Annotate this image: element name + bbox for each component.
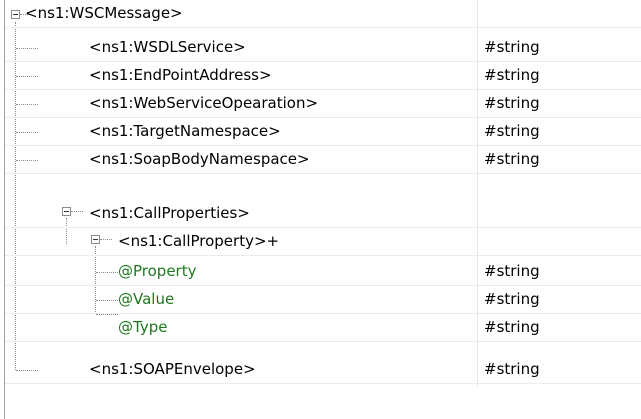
tree-row[interactable]: @Value #string: [5, 286, 641, 314]
type-value: #string: [484, 262, 540, 280]
element-label: <ns1:WebServiceOpearation>: [89, 94, 319, 112]
element-label: <ns1:WSCMessage>: [25, 4, 183, 22]
attribute-label: @Type: [118, 318, 168, 336]
element-label: <ns1:TargetNamespace>: [89, 122, 281, 140]
tree-row[interactable]: <ns1:WSCMessage>: [5, 0, 641, 28]
tree-row[interactable]: <ns1:SOAPEnvelope> #string: [5, 356, 641, 384]
element-label: <ns1:CallProperty>+: [118, 232, 280, 250]
element-label: <ns1:CallProperties>: [89, 204, 250, 222]
tree-row[interactable]: <ns1:CallProperties>: [5, 200, 641, 228]
type-value: #string: [484, 94, 540, 112]
tree-row[interactable]: @Type #string: [5, 314, 641, 342]
tree-row[interactable]: @Property #string: [5, 258, 641, 286]
type-value: #string: [484, 290, 540, 308]
tree-row[interactable]: <ns1:CallProperty>+: [5, 228, 641, 256]
element-label: <ns1:EndPointAddress>: [89, 66, 272, 84]
tree-row[interactable]: <ns1:WSDLService> #string: [5, 34, 641, 62]
tree-row[interactable]: <ns1:SoapBodyNamespace> #string: [5, 146, 641, 174]
attribute-label: @Property: [118, 262, 197, 280]
element-label: <ns1:WSDLService>: [89, 38, 246, 56]
type-value: #string: [484, 318, 540, 336]
type-value: #string: [484, 150, 540, 168]
type-value: #string: [484, 66, 540, 84]
element-label: <ns1:SoapBodyNamespace>: [89, 150, 310, 168]
attribute-label: @Value: [118, 290, 175, 308]
element-label: <ns1:SOAPEnvelope>: [89, 360, 256, 378]
type-value: #string: [484, 122, 540, 140]
schema-tree: <ns1:WSCMessage> <ns1:WSDLService> #stri…: [0, 0, 641, 419]
tree-row[interactable]: <ns1:EndPointAddress> #string: [5, 62, 641, 90]
tree-row[interactable]: <ns1:TargetNamespace> #string: [5, 118, 641, 146]
tree-row[interactable]: <ns1:WebServiceOpearation> #string: [5, 90, 641, 118]
type-value: #string: [484, 360, 540, 378]
type-value: #string: [484, 38, 540, 56]
